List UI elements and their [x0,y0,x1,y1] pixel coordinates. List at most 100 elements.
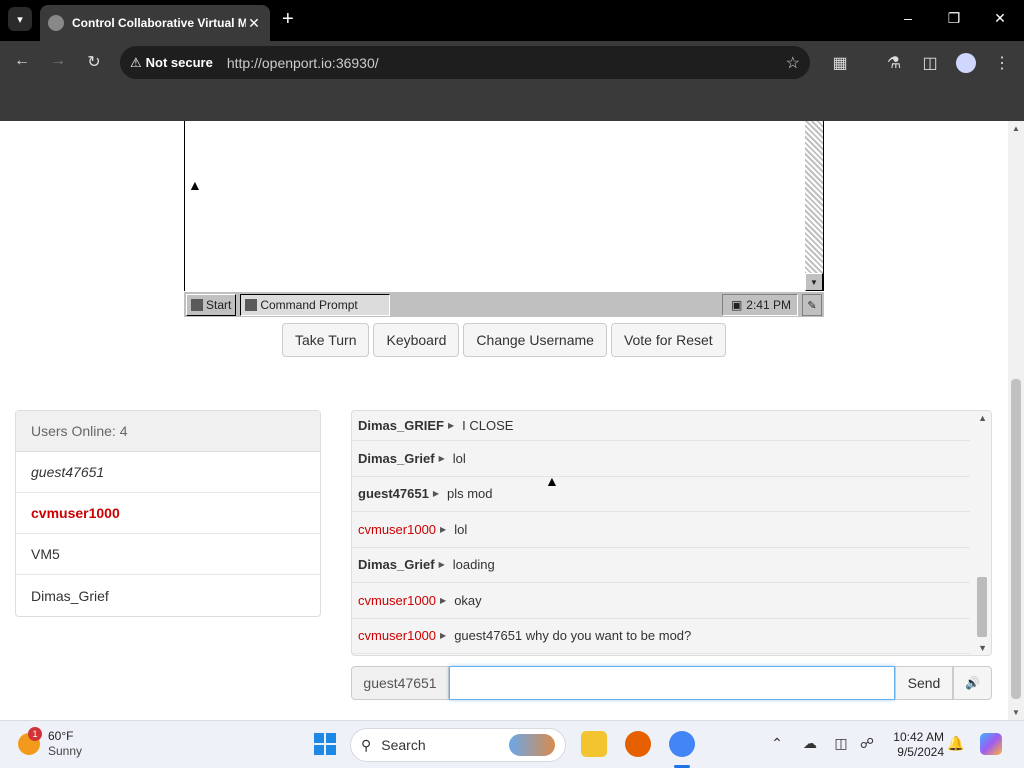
firefox-icon[interactable] [625,731,651,757]
chrome-icon[interactable] [669,731,695,757]
display-icon[interactable]: ◫ [832,735,850,752]
chat-text: lol [452,450,466,466]
search-icon: ⚲ [361,736,372,753]
browser-tab[interactable]: Control Collaborative Virtual M ✕ [40,5,270,41]
vm-start-button[interactable]: Start [186,293,237,316]
weather-temp: 60°F [48,729,74,743]
copilot-icon[interactable] [980,733,1002,755]
clock-date: 9/5/2024 [897,745,944,759]
chat-text: loading [452,557,495,573]
new-tab-plus-icon[interactable]: + [282,9,294,29]
chat-text: guest47651 why do you want to be mod? [454,628,692,644]
security-label[interactable]: Not secure [146,55,213,70]
vm-scroll-down-icon[interactable]: ▼ [805,273,823,291]
windows-taskbar: 1 60°F Sunny ⚲ Search ⌃ ☁ ◫ ☍ 10:42 AM 9… [0,720,1024,768]
tab-close-icon[interactable]: ✕ [246,15,262,32]
mouse-pointer-icon: ▲ [545,473,559,489]
labs-flask-icon[interactable]: ⚗ [884,53,904,73]
chat-text: I CLOSE [462,418,514,433]
side-panel-icon[interactable]: ◫ [920,53,940,73]
weather-text: 60°F Sunny [48,729,82,759]
user-row[interactable]: Dimas_Grief [16,575,320,616]
page-scroll-up-icon[interactable]: ▲ [1012,124,1020,133]
search-label: Search [381,737,426,753]
file-explorer-icon[interactable] [581,731,607,757]
chat-arrow-icon: ▶ [432,489,439,499]
tab-favicon-icon [48,15,64,31]
chat-username: Dimas_GRIEF [358,418,444,433]
url-text[interactable]: http://openport.io:36930/ [227,55,786,71]
vm-start-label: Start [206,297,232,312]
sound-toggle-speaker-icon[interactable]: 🔊 [953,666,992,700]
vm-system-tray: ▣ 2:41 PM [722,294,798,316]
weather-badge: 1 [28,727,42,741]
window-close-icon[interactable]: ✕ [990,10,1010,27]
warning-triangle-icon: ⚠ [130,54,142,70]
browser-toolbar: ← → ↻ ⚠ Not secure http://openport.io:36… [0,41,1024,84]
chat-arrow-icon: ▶ [440,524,447,534]
chat-username: cvmuser1000 [358,521,437,537]
change-username-button[interactable]: Change Username [463,323,607,357]
taskbar-search[interactable]: ⚲ Search [350,728,566,762]
search-highlight-icon [509,734,555,756]
user-row[interactable]: guest47651 [16,452,320,493]
reload-icon[interactable]: ↻ [83,52,105,72]
vm-desktop-pencil-icon[interactable]: ✎ [802,294,822,316]
page-scroll-thumb[interactable] [1011,379,1021,699]
chat-input-row: guest47651 Send 🔊 [351,666,992,700]
chat-scroll-up-icon[interactable]: ▲ [978,413,987,423]
onedrive-cloud-icon[interactable]: ☁ [801,735,819,752]
chat-username-label: guest47651 [351,666,449,700]
page-scroll-down-icon[interactable]: ▼ [1012,708,1020,717]
page-content: ▼ Start Command Prompt ▣ 2:41 PM ✎ Take … [0,121,1008,720]
chat-scrollbar[interactable]: ▲ ▼ [973,411,991,655]
page-scrollbar[interactable]: ▲ ▼ [1008,121,1024,720]
chat-arrow-icon: ▶ [438,560,445,570]
chat-arrow-icon: ▶ [440,631,447,641]
user-row[interactable]: cvmuser1000 [16,493,320,534]
chat-message: guest47651 ▶ pls mod [352,477,970,512]
notification-bell-icon[interactable]: 🔔 [947,735,965,752]
chat-input[interactable] [449,666,895,700]
chat-message: Dimas_Grief ▶ lol [352,441,970,477]
send-button[interactable]: Send [895,666,953,700]
vm-controls: Take Turn Keyboard Change Username Vote … [282,323,726,357]
system-clock[interactable]: 10:42 AM 9/5/2024 [886,730,944,760]
chat-username: Dimas_Grief [358,557,435,573]
keyboard-button[interactable]: Keyboard [373,323,460,357]
windows-start-icon[interactable] [314,733,336,755]
weather-widget[interactable]: 1 60°F Sunny [18,727,82,759]
chat-text: okay [454,592,482,608]
minimize-icon[interactable]: – [898,10,918,26]
chat-scroll-down-icon[interactable]: ▼ [978,643,987,653]
more-menu-icon[interactable]: ⋮ [992,53,1012,73]
vm-tray-icon: ▣ [730,298,743,312]
chat-message: cvmuser1000 ▶ okay [352,583,970,619]
chat-message: Dimas_GRIEF ▶ I CLOSE [352,411,970,441]
vm-task-label: Command Prompt [260,297,358,312]
chat-arrow-icon: ▶ [440,595,447,605]
user-row[interactable]: VM5 [16,534,320,575]
vm-clock: 2:41 PM [746,298,791,312]
tab-search-chevron-icon[interactable]: ▾ [8,7,32,31]
profile-avatar-icon[interactable] [956,53,976,73]
extensions-puzzle-icon[interactable]: ▦ [830,53,850,73]
restore-icon[interactable]: ❐ [944,10,964,27]
users-online-panel: Users Online: 4 guest47651 cvmuser1000 V… [15,410,321,617]
back-arrow-icon[interactable]: ← [11,52,33,70]
address-bar[interactable]: ⚠ Not secure http://openport.io:36930/ ☆ [120,46,810,79]
mouse-pointer-icon: ▲ [188,177,202,193]
vm-display[interactable]: ▼ [184,121,824,291]
chat-message-list: Dimas_GRIEF ▶ I CLOSE Dimas_Grief ▶ lol … [352,411,970,654]
network-icon[interactable]: ☍ [858,735,876,752]
vm-scrollbar[interactable]: ▼ [805,121,823,291]
vote-reset-button[interactable]: Vote for Reset [610,323,726,357]
tray-chevron-up-icon[interactable]: ⌃ [768,735,786,752]
chat-scroll-thumb[interactable] [977,577,987,637]
bookmark-star-icon[interactable]: ☆ [786,53,800,73]
take-turn-button[interactable]: Take Turn [282,323,370,357]
forward-arrow-icon[interactable]: → [47,52,69,70]
chat-panel: Dimas_GRIEF ▶ I CLOSE Dimas_Grief ▶ lol … [351,410,992,656]
vm-task-command-prompt[interactable]: Command Prompt [240,293,391,316]
windows-flag-icon [191,298,203,311]
